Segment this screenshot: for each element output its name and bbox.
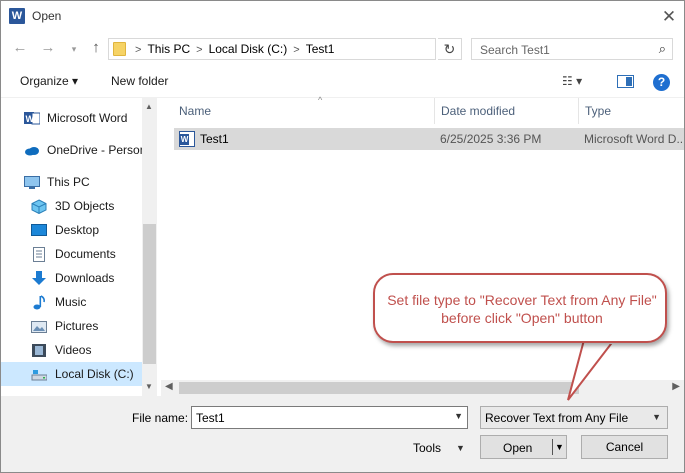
pictures-icon [31,319,47,334]
sidebar-item-label: Local Disk (C:) [55,367,134,381]
title-bar: W Open ✕ [1,1,684,32]
chevron-right-icon[interactable]: > [293,44,299,56]
callout-pointer [567,340,616,401]
dialog-footer: File name: Test1 ▼ Recover Text from Any… [1,396,684,472]
word-icon: W [24,111,41,126]
documents-icon [31,247,47,262]
sidebar-item-microsoft-word[interactable]: W Microsoft Word [1,106,142,130]
scrollbar-thumb[interactable] [143,224,156,364]
search-icon: ⌕ [658,41,666,56]
chevron-right-icon[interactable]: > [196,44,202,56]
chevron-down-icon[interactable]: ▼ [652,412,661,422]
forward-button[interactable]: → [39,39,57,57]
sidebar-item-label: Pictures [55,319,99,333]
svg-text:W: W [26,114,35,124]
sidebar-item-label: Desktop [55,223,100,237]
search-input[interactable]: Search Test1 [480,43,550,57]
pc-icon [24,175,40,190]
sidebar-item-this-pc[interactable]: This PC [1,170,142,194]
back-button[interactable]: ← [11,39,29,57]
split-divider [552,439,553,455]
column-header-type[interactable]: Type [578,98,685,124]
cancel-button[interactable]: Cancel [581,435,668,459]
open-button-label: Open [503,441,533,455]
sidebar-item-label: This PC [47,175,90,189]
sidebar-item-videos[interactable]: Videos [1,338,142,362]
3d-objects-icon [31,199,47,215]
breadcrumb-local-disk[interactable]: Local Disk (C:) [209,42,288,56]
sidebar-item-label: Microsoft Word [47,111,128,125]
desktop-icon [31,223,47,238]
file-name-value[interactable]: Test1 [196,411,225,425]
open-dialog: W Open ✕ ← → ▾ ↑ > This PC > Local Disk (C:… [0,0,685,473]
sidebar-item-documents[interactable]: Documents [1,242,142,266]
column-header-name[interactable]: ^ Name [179,95,434,124]
sidebar-item-downloads[interactable]: Downloads [1,266,142,290]
toolbar: Organize ▾ New folder ☷ ▾ ? [1,66,684,98]
onedrive-icon [24,143,40,158]
scroll-right-icon[interactable]: ▶ [672,381,680,392]
address-bar[interactable]: > This PC > Local Disk (C:) > Test1 [108,38,436,60]
word-document-icon [179,131,195,147]
annotation-callout: Set file type to "Recover Text from Any … [373,273,667,343]
refresh-button[interactable]: ↻ [438,38,462,60]
downloads-icon [31,271,47,286]
file-date-cell: 6/25/2025 3:36 PM [440,132,542,146]
sidebar-item-label: 3D Objects [55,199,115,213]
scroll-up-icon[interactable]: ▲ [145,102,153,111]
callout-text: Set file type to "Recover Text from Any … [387,292,657,326]
local-disk-icon [31,367,48,382]
sort-ascending-icon: ^ [318,95,323,105]
scroll-left-icon[interactable]: ◀ [165,381,173,392]
sidebar-item-label: Documents [55,247,116,261]
file-name-label: File name: [132,411,189,425]
window-title: Open [32,9,62,23]
column-header-date-modified[interactable]: Date modified [434,98,578,124]
sidebar-item-local-disk[interactable]: Local Disk (C:) [1,362,142,386]
sidebar-item-3d-objects[interactable]: 3D Objects [1,194,142,218]
table-row[interactable]: Test1 6/25/2025 3:36 PM Microsoft Word D… [174,128,684,150]
scrollbar-thumb[interactable] [179,382,579,394]
organize-button[interactable]: Organize ▾ [20,74,78,88]
sidebar-item-pictures[interactable]: Pictures [1,314,142,338]
navigation-bar: ← → ▾ ↑ > This PC > Local Disk (C:) > Test1 ↻… [1,32,684,66]
preview-pane-button[interactable] [617,75,634,88]
recent-locations-button[interactable]: ▾ [65,40,83,58]
up-button[interactable]: ↑ [87,39,105,57]
breadcrumb-this-pc[interactable]: This PC [147,42,190,56]
music-icon [31,295,47,310]
change-view-button[interactable]: ☷ ▾ [562,74,582,88]
sidebar-item-label: Downloads [55,271,115,285]
sidebar-item-label: Music [55,295,87,309]
file-name-field[interactable]: Test1 ▼ [191,406,468,429]
folder-icon [113,42,126,56]
sidebar-item-label: OneDrive - Person [47,143,142,157]
close-button[interactable]: ✕ [654,1,684,32]
chevron-down-icon[interactable]: ▼ [456,443,465,453]
chevron-right-icon: > [135,44,142,56]
file-name-cell: Test1 [200,132,229,146]
videos-icon [31,343,47,358]
tools-button[interactable]: Tools [413,441,441,455]
file-type-select[interactable]: Recover Text from Any File ▼ [480,406,668,429]
navigation-pane-scrollbar[interactable]: ▲ ▼ [142,98,157,396]
file-type-value: Recover Text from Any File [485,411,629,425]
sidebar-item-onedrive[interactable]: OneDrive - Person [1,138,142,162]
breadcrumb-test1[interactable]: Test1 [306,42,335,56]
scroll-down-icon[interactable]: ▼ [145,382,153,391]
sidebar-item-music[interactable]: Music [1,290,142,314]
sidebar-item-desktop[interactable]: Desktop [1,218,142,242]
chevron-down-icon[interactable]: ▼ [454,411,463,421]
word-app-icon: W [9,8,25,24]
open-options-chevron-icon[interactable]: ▼ [555,442,564,452]
file-type-cell: Microsoft Word D... [584,132,684,146]
open-button[interactable]: Open ▼ [480,435,567,459]
column-header-label: Name [179,104,212,118]
new-folder-button[interactable]: New folder [111,74,168,88]
breadcrumb: > This PC > Local Disk (C:) > Test1 [135,42,334,56]
sidebar-item-label: Videos [55,343,92,357]
navigation-pane: W Microsoft Word OneDrive - Person This … [1,98,157,396]
search-box[interactable]: Search Test1 ⌕ [471,38,673,60]
help-button[interactable]: ? [653,74,670,91]
